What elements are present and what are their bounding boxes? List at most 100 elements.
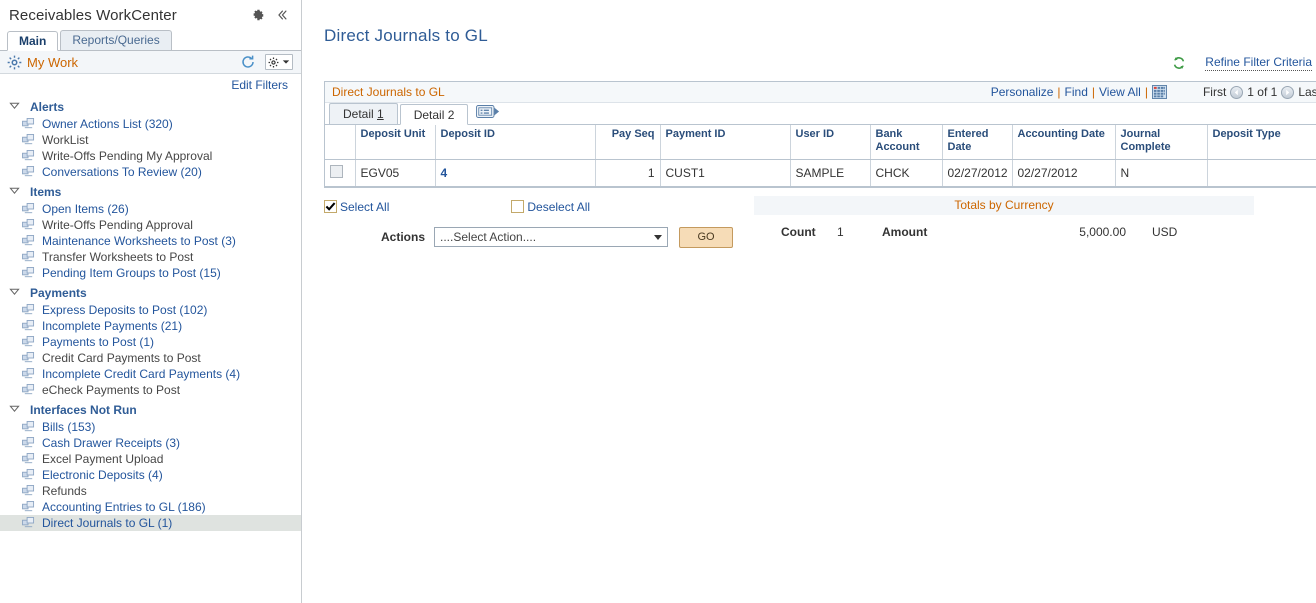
sidebar-item-label: Owner Actions List (320) bbox=[42, 116, 173, 132]
cascade-window-icon bbox=[22, 421, 35, 433]
divider: | bbox=[1144, 85, 1149, 99]
sidebar-item-open-items[interactable]: Open Items (26) bbox=[0, 201, 301, 217]
sidebar-item-label: Incomplete Credit Card Payments (4) bbox=[42, 366, 240, 382]
sidebar-item-label: Direct Journals to GL (1) bbox=[42, 515, 172, 531]
tree-group-label: Payments bbox=[30, 286, 87, 300]
chevron-down-icon[interactable] bbox=[9, 185, 22, 198]
cascade-window-icon bbox=[22, 437, 35, 449]
actions-row: Actions ....Select Action.... GO bbox=[324, 227, 754, 248]
last-label[interactable]: Last bbox=[1298, 85, 1316, 99]
table-row: EGV0541CUST1SAMPLECHCK02/27/201202/27/20… bbox=[325, 159, 1316, 186]
sidebar-item-owner-actions-list[interactable]: Owner Actions List (320) bbox=[0, 116, 301, 132]
sidebar-item-write-offs-pending-my-approval[interactable]: Write-Offs Pending My Approval bbox=[0, 148, 301, 164]
chevron-down-icon[interactable] bbox=[9, 403, 22, 416]
select-all-checkbox[interactable] bbox=[324, 200, 337, 213]
refine-row: Refine Filter Criteria bbox=[302, 52, 1316, 74]
sidebar-item-label: Express Deposits to Post (102) bbox=[42, 302, 207, 318]
tab-main[interactable]: Main bbox=[7, 31, 58, 51]
tree-group-label: Alerts bbox=[30, 100, 64, 114]
chevron-down-icon[interactable] bbox=[9, 100, 22, 113]
tab-reports-queries[interactable]: Reports/Queries bbox=[60, 30, 171, 50]
deselect-all-checkbox[interactable] bbox=[511, 200, 524, 213]
gear-icon[interactable] bbox=[249, 6, 267, 24]
sidebar-item-credit-card-payments-to-post[interactable]: Credit Card Payments to Post bbox=[0, 350, 301, 366]
tree-group-payments[interactable]: Payments bbox=[0, 283, 301, 302]
sidebar-item-incomplete-payments[interactable]: Incomplete Payments (21) bbox=[0, 318, 301, 334]
journals-table: Deposit UnitDeposit IDPay SeqPayment IDU… bbox=[325, 125, 1316, 187]
cascade-window-icon bbox=[22, 251, 35, 263]
deselect-all-label[interactable]: Deselect All bbox=[527, 200, 590, 214]
sidebar-item-refunds[interactable]: Refunds bbox=[0, 483, 301, 499]
sidebar-item-worklist[interactable]: WorkList bbox=[0, 132, 301, 148]
edit-filters-link[interactable]: Edit Filters bbox=[231, 78, 288, 92]
grid-header-bar: Direct Journals to GL Personalize | Find… bbox=[325, 82, 1316, 103]
row-checkbox[interactable] bbox=[330, 165, 343, 178]
sidebar-item-label: Write-Offs Pending Approval bbox=[42, 217, 193, 233]
refresh-icon[interactable] bbox=[1171, 55, 1187, 71]
workcenter-page: Receivables WorkCenter Main Reports/Quer… bbox=[0, 0, 1316, 603]
chevron-down-icon bbox=[654, 235, 662, 240]
table-header-row: Deposit UnitDeposit IDPay SeqPayment IDU… bbox=[325, 125, 1316, 159]
sidebar-item-electronic-deposits[interactable]: Electronic Deposits (4) bbox=[0, 467, 301, 483]
cascade-window-icon bbox=[22, 118, 35, 130]
tab-detail-2[interactable]: Detail 2 bbox=[400, 104, 469, 125]
my-work-label: My Work bbox=[27, 55, 240, 70]
tree-group-items[interactable]: Items bbox=[0, 182, 301, 201]
column-header-select bbox=[325, 125, 355, 159]
sidebar-item-bills[interactable]: Bills (153) bbox=[0, 419, 301, 435]
sidebar-item-write-offs-pending-approval[interactable]: Write-Offs Pending Approval bbox=[0, 217, 301, 233]
find-link[interactable]: Find bbox=[1062, 85, 1091, 99]
tab-detail-1[interactable]: Detail 1 bbox=[329, 103, 398, 124]
sidebar-item-direct-journals-to-gl[interactable]: Direct Journals to GL (1) bbox=[0, 515, 301, 531]
go-button[interactable]: GO bbox=[679, 227, 733, 248]
grid-header-actions: Personalize | Find | View All | bbox=[988, 85, 1167, 99]
tree-group-alerts[interactable]: Alerts bbox=[0, 97, 301, 116]
sidebar-item-conversations-to-review[interactable]: Conversations To Review (20) bbox=[0, 164, 301, 180]
sidebar-item-accounting-entries-to-gl[interactable]: Accounting Entries to GL (186) bbox=[0, 499, 301, 515]
cascade-window-icon bbox=[22, 267, 35, 279]
sidebar-item-label: Excel Payment Upload bbox=[42, 451, 163, 467]
next-page-icon[interactable] bbox=[1281, 86, 1294, 99]
sidebar-item-echeck-payments-to-post[interactable]: eCheck Payments to Post bbox=[0, 382, 301, 398]
sidebar-item-payments-to-post[interactable]: Payments to Post (1) bbox=[0, 334, 301, 350]
cascade-window-icon bbox=[22, 501, 35, 513]
sidebar-item-excel-payment-upload[interactable]: Excel Payment Upload bbox=[0, 451, 301, 467]
totals-header: Totals by Currency bbox=[754, 196, 1254, 215]
sidebar-item-label: Accounting Entries to GL (186) bbox=[42, 499, 206, 515]
select-all-label[interactable]: Select All bbox=[340, 200, 389, 214]
sidebar: Receivables WorkCenter Main Reports/Quer… bbox=[0, 0, 302, 603]
currency-code: USD bbox=[1152, 225, 1177, 239]
sidebar-item-label: Credit Card Payments to Post bbox=[42, 350, 201, 366]
sidebar-item-express-deposits-to-post[interactable]: Express Deposits to Post (102) bbox=[0, 302, 301, 318]
selection-controls: Select All Deselect All Actions ....Sele… bbox=[324, 196, 754, 248]
chevron-down-icon[interactable] bbox=[9, 286, 22, 299]
column-header-payment-id: Payment ID bbox=[660, 125, 790, 159]
grid-title: Direct Journals to GL bbox=[332, 85, 988, 99]
sidebar-item-incomplete-credit-card-payments[interactable]: Incomplete Credit Card Payments (4) bbox=[0, 366, 301, 382]
cell-deposit-id: 4 bbox=[435, 159, 595, 186]
sidebar-item-transfer-worksheets-to-post[interactable]: Transfer Worksheets to Post bbox=[0, 249, 301, 265]
personalize-link[interactable]: Personalize bbox=[988, 85, 1057, 99]
view-all-link[interactable]: View All bbox=[1096, 85, 1144, 99]
cascade-window-icon bbox=[22, 320, 35, 332]
page-indicator: 1 of 1 bbox=[1247, 85, 1277, 99]
column-header-journal-complete: Journal Complete bbox=[1115, 125, 1207, 159]
previous-page-icon[interactable] bbox=[1230, 86, 1243, 99]
collapse-pane-icon[interactable] bbox=[273, 6, 291, 24]
show-all-columns-icon[interactable] bbox=[476, 104, 500, 122]
sidebar-item-pending-item-groups-to-post[interactable]: Pending Item Groups to Post (15) bbox=[0, 265, 301, 281]
amount-value: 5,000.00 bbox=[944, 225, 1126, 239]
deposit-id-link[interactable]: 4 bbox=[441, 166, 448, 180]
actions-select-value: ....Select Action.... bbox=[440, 230, 536, 244]
refresh-icon[interactable] bbox=[240, 54, 256, 70]
spreadsheet-download-icon[interactable] bbox=[1152, 85, 1167, 99]
cell-deposit-unit: EGV05 bbox=[355, 159, 435, 186]
first-label[interactable]: First bbox=[1203, 85, 1226, 99]
gear-dropdown-icon[interactable] bbox=[265, 54, 293, 70]
tree-group-interfaces-not-run[interactable]: Interfaces Not Run bbox=[0, 400, 301, 419]
actions-select[interactable]: ....Select Action.... bbox=[434, 227, 668, 247]
refine-filter-criteria-link[interactable]: Refine Filter Criteria bbox=[1205, 55, 1312, 71]
sidebar-item-cash-drawer-receipts[interactable]: Cash Drawer Receipts (3) bbox=[0, 435, 301, 451]
column-header-accounting-date: Accounting Date bbox=[1012, 125, 1115, 159]
sidebar-item-maintenance-worksheets-to-post[interactable]: Maintenance Worksheets to Post (3) bbox=[0, 233, 301, 249]
